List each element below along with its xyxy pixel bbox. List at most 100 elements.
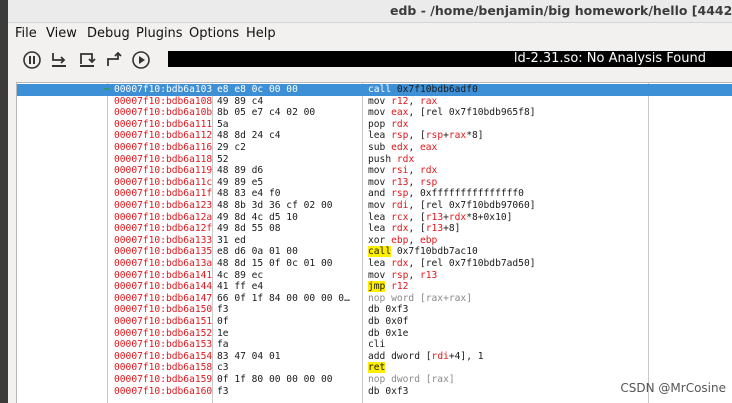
instruction-token: , [rel 0x7f10bdb7ad50] — [408, 258, 536, 269]
disassembly-row[interactable]: 00007f10:bdb6a150 f3 db 0xf3 — [17, 304, 732, 316]
step-into-icon[interactable] — [49, 50, 69, 70]
row-bytes: 5a — [217, 118, 229, 130]
instruction-token: mov — [368, 165, 392, 177]
instruction-token: mov — [368, 200, 392, 211]
row-instruction: ret — [368, 362, 386, 374]
disassembly-row[interactable]: 00007f10:bdb6a147 66 0f 1f 84 00 00 00 0…… — [17, 293, 732, 305]
disassembly-row[interactable]: 00007f10:bdb6a112 48 8d 24 c4 lea rsp, [rs… — [17, 130, 732, 142]
instruction-token: , 0xfffffffffffffff0 — [408, 188, 524, 200]
instruction-token: db 0xf3 — [368, 304, 409, 316]
disassembly-row[interactable]: 00007f10:bdb6a158 c3 ret — [17, 362, 732, 374]
disassembly-row[interactable]: 00007f10:bdb6a154 83 47 04 01 add dword [r… — [17, 351, 732, 363]
instruction-token: , — [408, 95, 420, 107]
row-address: 00007f10:bdb6a144 — [114, 281, 213, 293]
menu-options[interactable]: Options — [189, 26, 239, 41]
instruction-token: rsi — [391, 165, 409, 177]
menu-plugins[interactable]: Plugins — [136, 26, 183, 41]
instruction-token: rsp — [391, 130, 409, 142]
instruction-token: , [rel 0x7f10bdb97060] — [408, 200, 536, 211]
title-bar: edb - /home/benjamin/big homework/hello … — [8, 0, 732, 23]
instruction-token: eax — [420, 142, 438, 153]
disassembly-row[interactable]: 00007f10:bdb6a151 0f db 0x0f — [17, 316, 732, 328]
row-bytes: 49 89 c4 — [217, 95, 264, 107]
row-address: 00007f10:bdb6a150 — [114, 304, 213, 316]
instruction-token: db 0xf3 — [368, 385, 409, 397]
disassembly-row[interactable]: 00007f10:bdb6a153 fa cli — [17, 339, 732, 351]
row-bytes: c3 — [217, 362, 229, 374]
row-instruction: pop rdx — [368, 119, 408, 131]
instruction-token: , [ — [408, 211, 426, 223]
disassembly-row[interactable]: 00007f10:bdb6a11f 48 83 e4 f0 and rsp, 0xf… — [17, 188, 732, 200]
row-address: 00007f10:bdb6a10b — [114, 107, 213, 119]
row-address: 00007f10:bdb6a12a — [114, 211, 213, 223]
instruction-token: , [rel 0x7f10bdb965f8] — [408, 107, 536, 119]
instruction-token: rdx — [420, 165, 438, 177]
row-bytes: 49 8d 55 08 — [217, 223, 281, 235]
step-over-icon[interactable] — [77, 50, 97, 70]
disassembly-row[interactable]: 00007f10:bdb6a12f 49 8d 55 08 lea rdx, [r1… — [17, 223, 732, 235]
row-instruction: lea rdx, [rel 0x7f10bdb7ad50] — [368, 258, 536, 270]
row-address: 00007f10:bdb6a159 — [114, 374, 213, 385]
instruction-token: , [ — [408, 223, 426, 235]
toolbar: ld-2.31.so: No Analysis Found — [8, 45, 732, 73]
row-instruction: db 0xf3 — [368, 386, 408, 398]
row-address: 00007f10:bdb6a160 — [114, 385, 213, 397]
row-address: 00007f10:bdb6a153 — [114, 339, 213, 351]
disassembly-row[interactable]: 00007f10:bdb6a108 49 89 c4 mov r12, rax — [17, 96, 732, 108]
row-address: 00007f10:bdb6a118 — [114, 153, 213, 165]
instruction-token: , — [408, 269, 420, 281]
disassembly-row[interactable]: 00007f10:bdb6a133 31 ed xor ebp, ebp — [17, 235, 732, 247]
edb-window: edb - /home/benjamin/big homework/hello … — [8, 0, 732, 403]
instruction-token: mov — [368, 95, 392, 107]
row-address: 00007f10:bdb6a11c — [114, 176, 213, 188]
instruction-token: jmp — [368, 281, 386, 293]
row-bytes: 48 8b 3d 36 cf 02 00 — [217, 200, 333, 211]
disassembly-row[interactable]: 00007f10:bdb6a135 e8 d6 0a 01 00 call 0x7f… — [17, 246, 732, 258]
disassembly-row[interactable]: 00007f10:bdb6a144 41 ff e4 jmp r12 — [17, 281, 732, 293]
pause-icon[interactable] — [22, 50, 42, 70]
instruction-token: rcx — [391, 211, 409, 223]
row-bytes: 0f — [217, 316, 229, 327]
row-bytes: 48 89 d6 — [217, 165, 264, 177]
disassembly-row[interactable]: 00007f10:bdb6a119 48 89 d6 mov rsi, rdx — [17, 165, 732, 177]
instruction-token: ret — [368, 362, 386, 374]
row-address: 00007f10:bdb6a103 — [114, 84, 213, 95]
disassembly-row[interactable]: 00007f10:bdb6a152 1e db 0x1e — [17, 328, 732, 340]
disassembly-row[interactable]: ➡ 00007f10:bdb6a103 e8 e8 0c 00 00 call 0x7… — [17, 84, 732, 96]
row-address: 00007f10:bdb6a133 — [114, 234, 213, 246]
disassembly-row[interactable]: 00007f10:bdb6a11c 49 89 e5 mov r13, rsp — [17, 177, 732, 189]
menu-debug[interactable]: Debug — [87, 26, 130, 41]
instruction-token: rsp — [391, 188, 409, 200]
instruction-token: +4], 1 — [448, 350, 484, 362]
disassembly-row[interactable]: 00007f10:bdb6a116 29 c2 sub edx, eax — [17, 142, 732, 154]
step-out-icon[interactable] — [104, 50, 124, 70]
instruction-token: rdx — [448, 211, 467, 223]
menu-file[interactable]: File — [15, 26, 37, 41]
instruction-token: rdx — [391, 118, 409, 130]
disassembly-row[interactable]: 00007f10:bdb6a13a 48 8d 15 0f 0c 01 00 lea… — [17, 258, 732, 270]
run-icon[interactable] — [131, 50, 151, 70]
row-bytes: e8 d6 0a 01 00 — [217, 246, 298, 258]
row-bytes: 48 83 e4 f0 — [217, 188, 281, 200]
disassembly-view[interactable]: ➡ 00007f10:bdb6a103 e8 e8 0c 00 00 call 0x7… — [16, 82, 732, 403]
row-instruction: cli — [368, 339, 385, 351]
menu-view[interactable]: View — [46, 26, 77, 41]
disassembly-row[interactable]: 00007f10:bdb6a111 5a pop rdx — [17, 119, 732, 131]
row-address: 00007f10:bdb6a158 — [114, 362, 213, 374]
menu-help[interactable]: Help — [246, 26, 276, 41]
row-instruction: mov rsi, rdx — [368, 165, 437, 177]
row-address: 00007f10:bdb6a12f — [114, 223, 213, 235]
disassembly-row[interactable]: 00007f10:bdb6a141 4c 89 ec mov rsp, r13 — [17, 270, 732, 282]
instruction-token: rsp — [391, 269, 409, 281]
instruction-token: rsp — [420, 176, 438, 188]
disassembly-row[interactable]: 00007f10:bdb6a123 48 8b 3d 36 cf 02 00 mov… — [17, 200, 732, 212]
row-instruction: call 0x7f10bdb7ac10 — [368, 246, 478, 258]
row-address: 00007f10:bdb6a13a — [114, 258, 213, 269]
instruction-token: , — [408, 176, 420, 188]
row-instruction: mov rdi, [rel 0x7f10bdb97060] — [368, 200, 536, 212]
instruction-token: r13 — [425, 211, 444, 223]
instruction-token: lea — [368, 130, 392, 142]
disassembly-row[interactable]: 00007f10:bdb6a12a 49 8d 4c d5 10 lea rcx, … — [17, 212, 732, 224]
disassembly-row[interactable]: 00007f10:bdb6a10b 8b 05 e7 c4 02 00 mov ea… — [17, 107, 732, 119]
disassembly-row[interactable]: 00007f10:bdb6a118 52 push rdx — [17, 154, 732, 166]
